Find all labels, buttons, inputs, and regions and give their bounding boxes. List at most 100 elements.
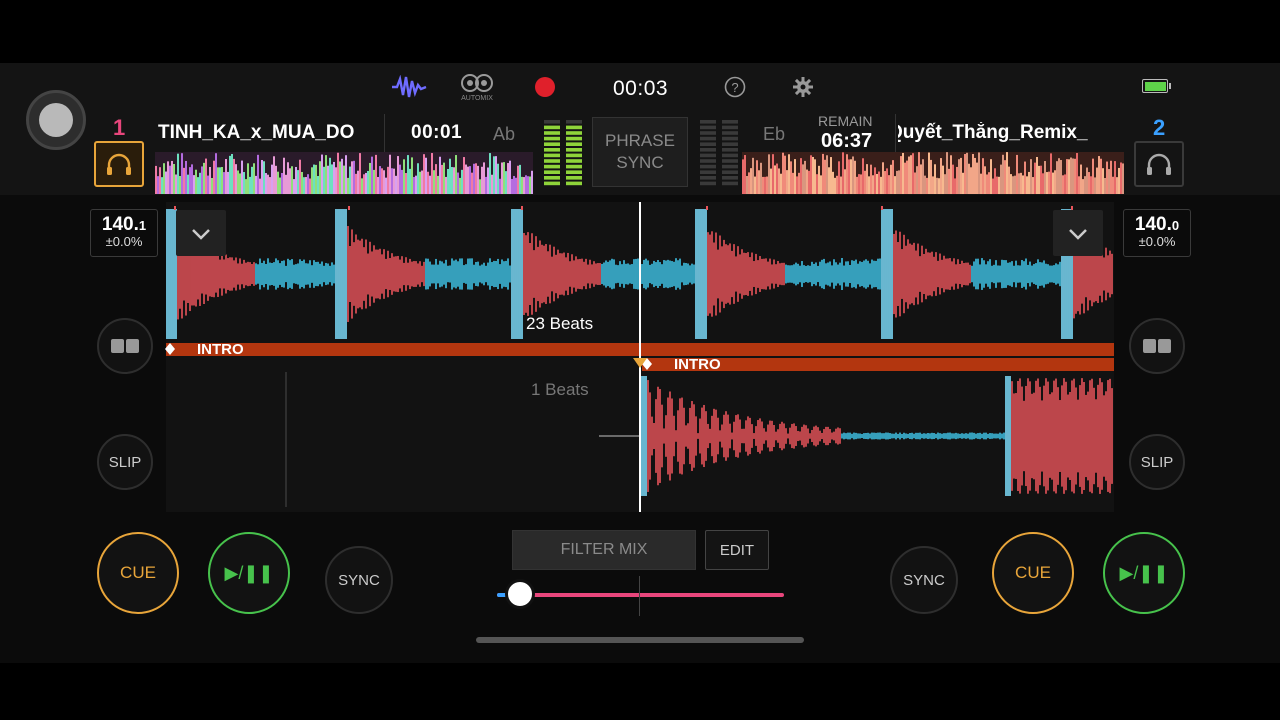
waveform-bar bbox=[313, 165, 315, 194]
phrase-sync-button[interactable]: PHRASE SYNC bbox=[592, 117, 688, 187]
waveform-bar bbox=[834, 178, 836, 194]
waveform-bar bbox=[199, 173, 201, 194]
waveform-bar bbox=[219, 167, 221, 194]
waveform-bar bbox=[802, 164, 804, 194]
waveform-bar bbox=[167, 161, 169, 194]
deck2-play-pause-button[interactable]: ▶/❚❚ bbox=[1103, 532, 1185, 614]
deck2-pad-mode-button[interactable] bbox=[1129, 318, 1185, 374]
waveform-bar bbox=[1078, 176, 1080, 194]
playhead-marker-icon bbox=[632, 357, 648, 369]
waveform-bar bbox=[247, 163, 249, 194]
waveform-bar bbox=[750, 168, 752, 194]
waveform-bar bbox=[1086, 168, 1088, 194]
record-button[interactable] bbox=[535, 77, 555, 97]
crossfader-track[interactable] bbox=[497, 593, 784, 597]
waveform-bar bbox=[876, 174, 878, 194]
waveform-bar bbox=[183, 168, 185, 194]
waveform-bar bbox=[439, 157, 441, 194]
deck1-headphone-button[interactable] bbox=[94, 141, 144, 187]
deck1-bpm-display[interactable]: 140.1 ±0.0% bbox=[90, 209, 158, 257]
home-button[interactable] bbox=[26, 90, 86, 150]
waveform-bar bbox=[335, 167, 337, 194]
meter-segment bbox=[722, 170, 738, 174]
deck1-cue-button[interactable]: CUE bbox=[97, 532, 179, 614]
waveform-bar bbox=[209, 167, 211, 194]
meter-segment bbox=[722, 137, 738, 141]
pads-icon bbox=[1142, 338, 1172, 354]
gear-icon[interactable] bbox=[792, 76, 814, 98]
waveform-icon[interactable] bbox=[391, 75, 427, 99]
waveform-bar bbox=[463, 157, 465, 194]
waveform-bar bbox=[263, 161, 265, 194]
deck2-slip-button[interactable]: SLIP bbox=[1129, 434, 1185, 490]
waveform-bar bbox=[1034, 163, 1036, 194]
deck1-slip-button[interactable]: SLIP bbox=[97, 434, 153, 490]
meter-segment bbox=[722, 165, 738, 169]
meter-segment bbox=[544, 154, 560, 158]
waveform-bar bbox=[447, 169, 449, 194]
meter-segment bbox=[722, 148, 738, 152]
waveform-bar bbox=[383, 170, 385, 194]
waveform-bar bbox=[361, 178, 363, 194]
waveform-bar bbox=[339, 161, 341, 194]
waveform-bar bbox=[932, 176, 934, 194]
waveform-bar bbox=[341, 159, 343, 194]
deck2-bpm-display[interactable]: 140.0 ±0.0% bbox=[1123, 209, 1191, 257]
deck1-time: 00:01 bbox=[411, 122, 462, 144]
automix-icon[interactable] bbox=[460, 72, 494, 94]
edit-button[interactable]: EDIT bbox=[705, 530, 769, 570]
waveform-bar bbox=[780, 174, 782, 194]
meter-segment bbox=[566, 165, 582, 169]
help-icon[interactable]: ? bbox=[724, 76, 746, 98]
waveform-bar bbox=[1120, 162, 1122, 194]
waveform-bar bbox=[289, 168, 291, 194]
waveform-bar bbox=[285, 175, 287, 194]
deck1-sync-button[interactable]: SYNC bbox=[325, 546, 393, 614]
waveform-bar bbox=[251, 167, 253, 194]
waveform-bar bbox=[1010, 174, 1012, 194]
deck2-overview-waveform[interactable] bbox=[742, 152, 1124, 194]
waveform-bar bbox=[748, 172, 750, 194]
waveform-bar bbox=[311, 167, 313, 194]
waveform-bar bbox=[760, 163, 762, 194]
waveform-bar bbox=[327, 166, 329, 194]
waveform-bar bbox=[770, 169, 772, 194]
meter-segment bbox=[566, 126, 582, 130]
waveform-bar bbox=[1032, 177, 1034, 194]
meter-segment bbox=[700, 131, 716, 135]
waveform-bar bbox=[940, 158, 942, 194]
waveform-bar bbox=[782, 153, 784, 194]
deck2-pitch: ±0.0% bbox=[1124, 234, 1190, 249]
deck2-sync-button[interactable]: SYNC bbox=[890, 546, 958, 614]
waveform-bar bbox=[984, 166, 986, 194]
divider bbox=[384, 114, 385, 152]
deck2-headphone-button[interactable] bbox=[1134, 141, 1184, 187]
meter-segment bbox=[566, 182, 582, 186]
deck2-collapse-button[interactable] bbox=[1053, 210, 1103, 256]
waveform-bar bbox=[1106, 162, 1108, 194]
waveform-bar bbox=[277, 172, 279, 194]
waveform-bar bbox=[227, 172, 229, 194]
waveform-bar bbox=[1092, 159, 1094, 194]
meter-segment bbox=[722, 159, 738, 163]
waveform-bar bbox=[213, 161, 215, 194]
waveform-bar bbox=[317, 176, 319, 194]
waveform-bar bbox=[343, 166, 345, 194]
waveform-bar bbox=[816, 174, 818, 194]
waveform-bar bbox=[243, 172, 245, 194]
waveform-bar bbox=[912, 153, 914, 194]
waveform-bar bbox=[435, 164, 437, 194]
crossfader-knob[interactable] bbox=[505, 579, 535, 609]
deck1-overview-waveform[interactable] bbox=[155, 152, 533, 194]
waveform-bar bbox=[215, 153, 217, 194]
waveform-bar bbox=[1006, 152, 1008, 194]
deck2-cue-button[interactable]: CUE bbox=[992, 532, 1074, 614]
meter-segment bbox=[700, 159, 716, 163]
waveform-bar bbox=[241, 161, 243, 194]
waveform-bar bbox=[415, 176, 417, 194]
deck1-play-pause-button[interactable]: ▶/❚❚ bbox=[208, 532, 290, 614]
filter-mix-button[interactable]: FILTER MIX bbox=[512, 530, 696, 570]
deck1-collapse-button[interactable] bbox=[176, 210, 226, 256]
waveform-bar bbox=[159, 167, 161, 194]
deck1-pad-mode-button[interactable] bbox=[97, 318, 153, 374]
